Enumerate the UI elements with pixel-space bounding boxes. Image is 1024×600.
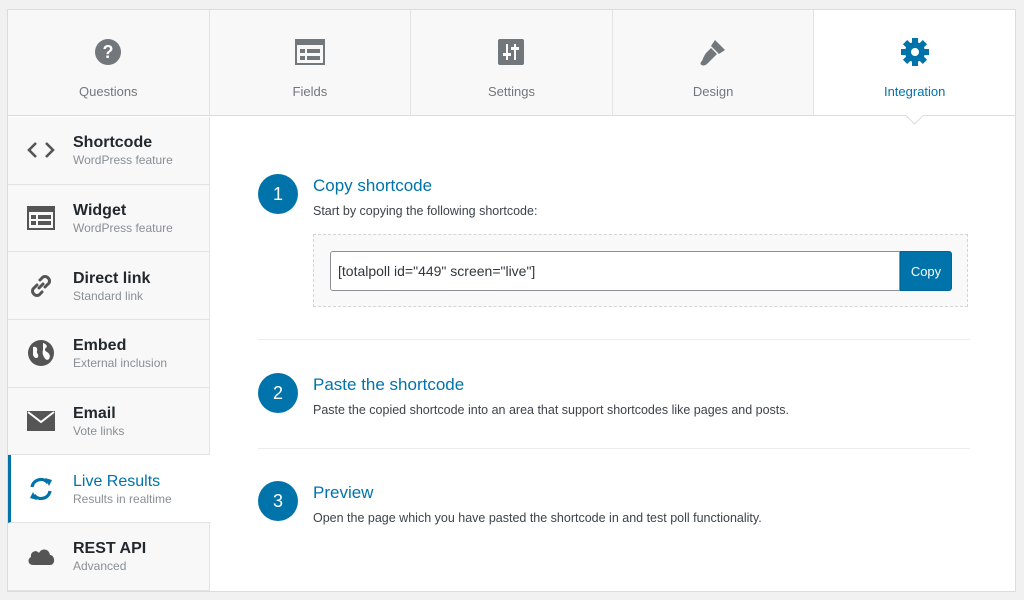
refresh-icon (26, 474, 56, 504)
globe-icon (26, 338, 56, 368)
settings-sliders-icon (495, 36, 527, 68)
sidebar-item-subtitle: External inclusion (73, 356, 168, 371)
step-description: Open the page which you have pasted the … (313, 511, 762, 525)
svg-text:?: ? (103, 42, 114, 62)
integration-sidebar: Shortcode WordPress feature Widget WordP… (8, 117, 211, 591)
divider (258, 339, 970, 340)
sidebar-item-live-results[interactable]: Live Results Results in realtime (8, 455, 211, 524)
tab-label: Integration (883, 84, 946, 99)
sidebar-item-email[interactable]: Email Vote links (8, 388, 209, 456)
tab-label: Design (692, 84, 734, 99)
widget-icon (26, 203, 56, 233)
sidebar-item-title: Widget (73, 202, 127, 220)
step-description: Start by copying the following shortcode… (313, 204, 538, 218)
shortcode-box: Copy (313, 234, 968, 307)
sidebar-item-direct-link[interactable]: Direct link Standard link (8, 252, 209, 321)
sidebar-item-subtitle: Standard link (73, 288, 144, 303)
fields-icon (294, 36, 326, 68)
sidebar-item-shortcode[interactable]: Shortcode WordPress feature (8, 117, 209, 185)
integration-content: 1 Copy shortcode Start by copying the fo… (210, 117, 1015, 591)
question-icon: ? (92, 36, 124, 68)
tab-settings[interactable]: Settings (411, 10, 613, 115)
step-number: 1 (258, 174, 298, 214)
tab-bar: ? Questions Fields Settings Design Integ… (8, 10, 1015, 116)
sidebar-item-title: REST API (73, 540, 147, 558)
tab-label: Questions (79, 84, 138, 99)
code-icon (26, 135, 56, 165)
step-title: Paste the shortcode (313, 375, 465, 394)
sidebar-item-subtitle: Vote links (73, 424, 125, 439)
copy-button[interactable]: Copy (900, 251, 952, 291)
tab-design[interactable]: Design (612, 10, 815, 115)
sidebar-item-subtitle: WordPress feature (73, 221, 173, 236)
step-title: Copy shortcode (313, 176, 433, 195)
sidebar-item-title: Direct link (73, 269, 151, 287)
tab-questions[interactable]: ? Questions (8, 10, 210, 115)
sidebar-item-title: Embed (73, 337, 127, 355)
gear-icon (899, 36, 931, 68)
tab-label: Fields (292, 84, 328, 99)
sidebar-item-subtitle: Results in realtime (73, 491, 172, 506)
sidebar-item-title: Shortcode (73, 134, 153, 152)
cloud-icon (26, 541, 56, 571)
brush-icon (697, 36, 729, 68)
sidebar-item-widget[interactable]: Widget WordPress feature (8, 185, 209, 253)
sidebar-item-title: Live Results (73, 472, 161, 490)
sidebar-item-subtitle: WordPress feature (73, 153, 173, 168)
sidebar-item-rest-api[interactable]: REST API Advanced (8, 523, 209, 591)
step-copy-shortcode: 1 Copy shortcode Start by copying the fo… (258, 174, 970, 314)
tab-fields[interactable]: Fields (209, 10, 412, 115)
tab-label: Settings (487, 84, 535, 99)
envelope-icon (26, 406, 56, 436)
sidebar-item-embed[interactable]: Embed External inclusion (8, 320, 209, 388)
shortcode-input[interactable] (330, 251, 900, 291)
integration-panel: ? Questions Fields Settings Design Integ… (7, 9, 1016, 592)
step-number: 3 (258, 481, 298, 521)
divider (258, 448, 970, 449)
step-title: Preview (313, 483, 374, 502)
step-number: 2 (258, 373, 298, 413)
tab-integration[interactable]: Integration (814, 10, 1015, 115)
sidebar-item-subtitle: Advanced (73, 559, 127, 574)
step-paste-shortcode: 2 Paste the shortcode Paste the copied s… (258, 373, 970, 433)
step-description: Paste the copied shortcode into an area … (313, 403, 790, 417)
sidebar-item-title: Email (73, 405, 116, 423)
step-preview: 3 Preview Open the page which you have p… (258, 481, 970, 541)
link-icon (26, 271, 56, 301)
